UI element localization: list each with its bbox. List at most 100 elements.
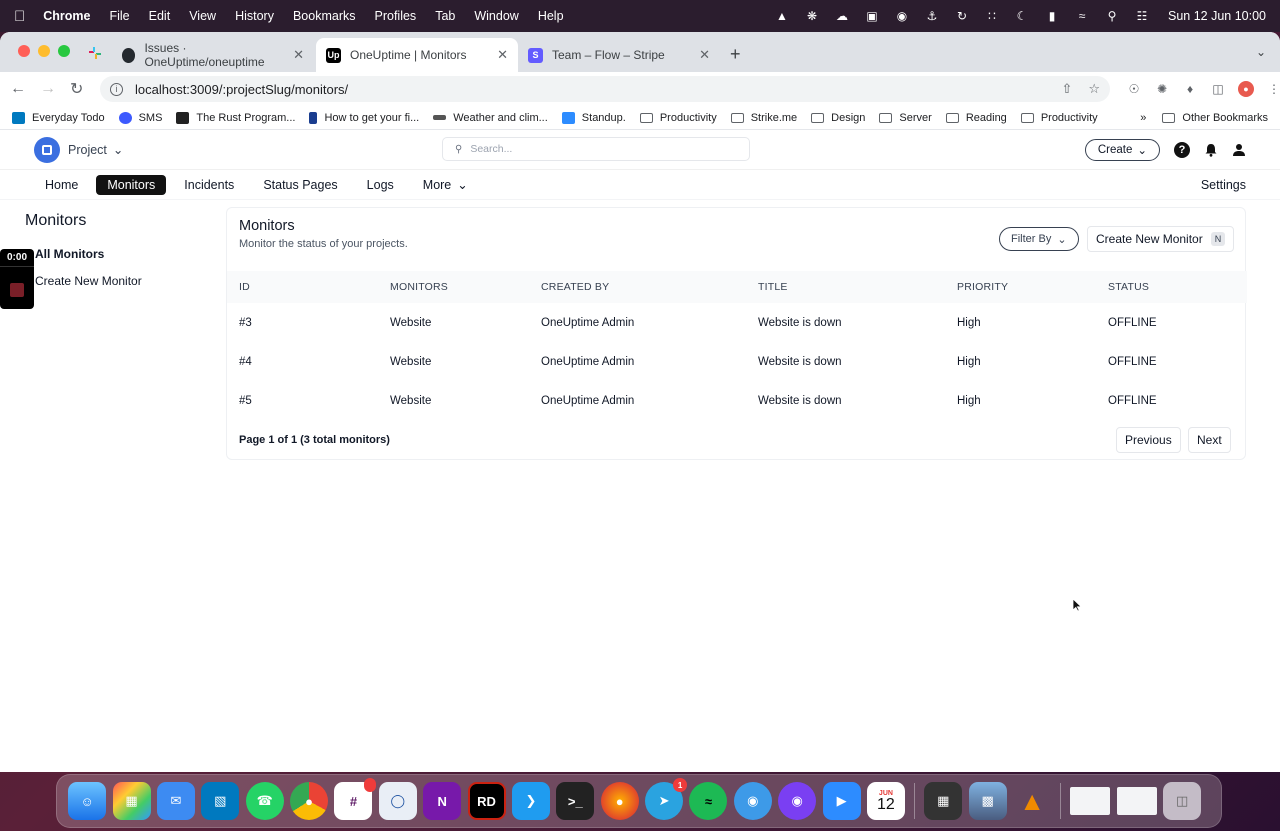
column-header[interactable]: STATUS xyxy=(1108,281,1149,293)
tab-github-issues[interactable]: Issues · OneUptime/oneuptime ✕ xyxy=(112,38,314,72)
menu-view[interactable]: View xyxy=(189,9,216,23)
github-desktop-icon[interactable]: ◉ xyxy=(778,782,817,820)
column-header[interactable]: ID xyxy=(239,281,250,293)
bookmark-item[interactable]: The Rust Program... xyxy=(176,111,295,124)
bookmark-item[interactable]: Weather and clim... xyxy=(433,112,548,124)
vscode-icon[interactable]: ❯ xyxy=(511,782,550,820)
nav-monitors[interactable]: Monitors xyxy=(96,174,167,195)
close-tab-icon[interactable]: ✕ xyxy=(497,47,508,63)
bookmark-folder[interactable]: Strike.me xyxy=(730,112,797,124)
tab-stripe[interactable]: S Team – Flow – Stripe ✕ xyxy=(518,38,720,72)
mail-icon[interactable]: ✉ xyxy=(156,782,195,820)
bookmark-folder[interactable]: Reading xyxy=(945,112,1007,124)
oneuptime-logo-icon[interactable] xyxy=(34,136,60,163)
zoom-tray-icon[interactable]: ▣ xyxy=(864,9,880,23)
vlc-icon[interactable]: ▲ xyxy=(1013,782,1051,820)
address-bar[interactable]: i localhost:3009/:projectSlug/monitors/ … xyxy=(100,76,1110,102)
bluetooth-tray-icon[interactable]: ∷ xyxy=(984,9,1000,23)
sidebar-item-create-new-monitor[interactable]: Create New Monitor xyxy=(25,274,205,288)
minimized-window-thumbnail[interactable] xyxy=(1116,787,1157,815)
rider-icon[interactable]: RD xyxy=(467,782,506,820)
bookmark-folder[interactable]: Productivity xyxy=(1020,112,1098,124)
nav-settings[interactable]: Settings xyxy=(1201,178,1246,192)
gear-tray-icon[interactable]: ❋ xyxy=(804,9,820,23)
menu-help[interactable]: Help xyxy=(538,9,564,23)
more-bookmarks-chevron-icon[interactable]: » xyxy=(1140,112,1146,124)
user-icon[interactable] xyxy=(1232,143,1246,157)
moon-tray-icon[interactable]: ☾ xyxy=(1014,9,1030,23)
battery-tray-icon[interactable]: ▮ xyxy=(1044,9,1060,23)
search-input[interactable]: ⚲ Search... xyxy=(442,137,750,161)
url-text[interactable]: localhost:3009/:projectSlug/monitors/ xyxy=(135,82,348,97)
bookmark-folder[interactable]: Productivity xyxy=(639,112,717,124)
time-machine-tray-icon[interactable]: ↻ xyxy=(954,9,970,23)
other-bookmarks-folder[interactable]: Other Bookmarks xyxy=(1162,112,1268,124)
firefox-icon[interactable]: ● xyxy=(600,782,639,820)
nav-more[interactable]: More ⌄ xyxy=(412,174,479,195)
trash-icon[interactable]: ◫ xyxy=(1163,782,1202,820)
column-header[interactable]: PRIORITY xyxy=(957,281,1008,293)
chrome-icon[interactable]: ● xyxy=(290,782,329,820)
site-info-icon[interactable]: i xyxy=(110,82,123,96)
sun-extension-icon[interactable]: ✺ xyxy=(1154,81,1170,97)
control-center-tray-icon[interactable]: ☷ xyxy=(1134,9,1150,23)
bell-icon[interactable] xyxy=(1204,143,1218,157)
onenote-icon[interactable]: N xyxy=(423,782,462,820)
nav-status-pages[interactable]: Status Pages xyxy=(252,175,348,195)
terminal-icon[interactable]: >_ xyxy=(556,782,595,820)
puzzle-extensions-icon[interactable]: ♦ xyxy=(1182,81,1198,97)
forward-arrow-icon[interactable]: → xyxy=(40,80,56,98)
sidebar-panel-icon[interactable]: ◫ xyxy=(1210,81,1226,97)
onepassword-icon[interactable]: ◯ xyxy=(378,782,417,820)
bookmark-item[interactable]: SMS xyxy=(118,111,162,124)
tableplus-icon[interactable]: ◉ xyxy=(733,782,772,820)
menu-tab[interactable]: Tab xyxy=(435,9,455,23)
profile-avatar-icon[interactable]: ● xyxy=(1238,81,1254,97)
stop-recording-button[interactable] xyxy=(10,283,24,297)
onepassword-tray-icon[interactable]: ◉ xyxy=(894,9,910,23)
slack-pinned-tab-icon[interactable] xyxy=(88,46,102,60)
calendar-icon[interactable]: JUN 12 xyxy=(866,782,905,820)
share-icon[interactable]: ⇧ xyxy=(1061,81,1072,97)
bookmark-item[interactable]: Everyday Todo xyxy=(12,111,105,124)
onepassword-extension-icon[interactable]: ☉ xyxy=(1126,81,1142,97)
close-tab-icon[interactable]: ✕ xyxy=(293,47,304,63)
tab-search-chevron-icon[interactable]: ⌄ xyxy=(1256,45,1266,59)
menu-edit[interactable]: Edit xyxy=(149,9,171,23)
table-row[interactable]: #5 Website OneUptime Admin Website is do… xyxy=(227,381,1247,420)
menu-history[interactable]: History xyxy=(235,9,274,23)
menu-file[interactable]: File xyxy=(109,9,129,23)
telegram-icon[interactable]: ➤ 1 xyxy=(645,778,688,820)
sidebar-item-all-monitors[interactable]: All Monitors xyxy=(25,247,205,261)
wifi-tray-icon[interactable]: ≈ xyxy=(1074,9,1090,23)
table-row[interactable]: #4 Website OneUptime Admin Website is do… xyxy=(227,342,1247,381)
column-header[interactable]: CREATED BY xyxy=(541,281,609,293)
nav-incidents[interactable]: Incidents xyxy=(173,175,245,195)
filter-by-button[interactable]: Filter By ⌄ xyxy=(999,227,1079,251)
bookmark-item[interactable]: How to get your fi... xyxy=(309,111,419,124)
apple-menu-icon[interactable]:  xyxy=(14,8,25,25)
slack-icon[interactable]: # xyxy=(334,778,377,820)
trello-app-icon[interactable]: ▧ xyxy=(201,782,240,820)
bookmark-folder[interactable]: Design xyxy=(811,112,865,124)
tab-oneuptime-monitors[interactable]: Up OneUptime | Monitors ✕ xyxy=(316,38,518,72)
menu-chrome[interactable]: Chrome xyxy=(43,9,90,23)
reload-icon[interactable]: ↻ xyxy=(70,79,83,99)
calculator-icon[interactable]: ▦ xyxy=(924,782,963,820)
preview-icon[interactable]: ▩ xyxy=(968,782,1007,820)
docker-tray-icon[interactable]: ⚓ xyxy=(924,9,940,23)
new-tab-plus-icon[interactable]: + xyxy=(730,44,741,65)
nav-logs[interactable]: Logs xyxy=(356,175,405,195)
bookmark-star-icon[interactable]: ☆ xyxy=(1088,81,1100,97)
create-new-monitor-button[interactable]: Create New Monitor N xyxy=(1087,226,1235,252)
menu-profiles[interactable]: Profiles xyxy=(375,9,417,23)
cloud-tray-icon[interactable]: ☁ xyxy=(834,9,850,23)
nav-home[interactable]: Home xyxy=(34,175,89,195)
minimized-window-thumbnail[interactable] xyxy=(1070,787,1111,815)
minimize-window-button[interactable] xyxy=(38,45,50,57)
whatsapp-icon[interactable]: ☎ xyxy=(245,782,284,820)
previous-page-button[interactable]: Previous xyxy=(1116,427,1181,453)
zoom-window-button[interactable] xyxy=(58,45,70,57)
close-tab-icon[interactable]: ✕ xyxy=(699,47,710,63)
column-header[interactable]: MONITORS xyxy=(390,281,448,293)
